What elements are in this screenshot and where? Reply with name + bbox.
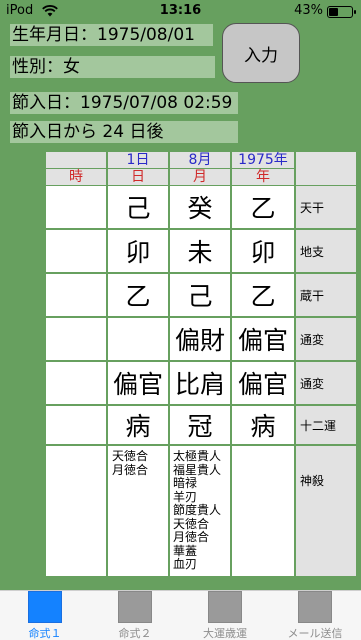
cell-day: 乙 [108, 274, 168, 316]
battery-icon [327, 6, 356, 18]
tab-taiun-saiun[interactable]: 大運歳運 [180, 591, 270, 640]
days-after-field: 節入日から 24 日後 [10, 121, 238, 143]
shinsatsu-item: 天徳合 [173, 516, 210, 531]
cell-month: 未 [170, 230, 230, 272]
tab-meishiki-1[interactable]: 命式１ [0, 591, 90, 640]
row-label: 地支 [296, 230, 356, 272]
tab-label: 命式２ [118, 627, 152, 640]
shinsatsu-item: 血刃 [173, 557, 198, 571]
row-label: 通変 [296, 362, 356, 404]
cell-hour [46, 230, 106, 272]
cell-month: 癸 [170, 186, 230, 228]
shinsatsu-item: 月徳合 [112, 462, 149, 477]
shinsatsu-item: 羊刃 [173, 489, 198, 504]
cell-year: 偏官 [232, 362, 294, 404]
taiun-saiun-icon [208, 591, 242, 623]
gender-field: 性別：女 [10, 56, 215, 78]
cell-year: 乙 [232, 274, 294, 316]
cell-year: 乙 [232, 186, 294, 228]
shinsatsu-item: 福星貴人 [173, 462, 222, 477]
cell-day: 己 [108, 186, 168, 228]
birth-date-field: 生年月日：1975/08/01 [10, 24, 213, 46]
shinsatsu-item: 天徳合 [112, 450, 149, 463]
date-header-day: 1日 [108, 152, 168, 168]
meishiki-1-icon [28, 591, 62, 623]
pillar-header-day: 日 [108, 169, 168, 185]
row-label: 十二運 [296, 406, 356, 444]
cell-day: 偏官 [108, 362, 168, 404]
row-label: 天干 [296, 186, 356, 228]
cell-year: 病 [232, 406, 294, 444]
cell-year: 偏官 [232, 318, 294, 360]
shinsatsu-hour-cell [46, 446, 106, 576]
cell-day: 病 [108, 406, 168, 444]
mail-send-icon [298, 591, 332, 623]
row-label: 蔵干 [296, 274, 356, 316]
tab-label: メール送信 [287, 627, 343, 640]
shinsatsu-item: 太極貴人 [173, 450, 222, 463]
tab-label: 大運歳運 [203, 627, 247, 640]
row-label: 通変 [296, 318, 356, 360]
cell-hour [46, 274, 106, 316]
cell-month: 冠 [170, 406, 230, 444]
cell-hour [46, 406, 106, 444]
meishiki-2-icon [118, 591, 152, 623]
shinsatsu-year-cell [232, 446, 294, 576]
cell-year: 卯 [232, 230, 294, 272]
pillar-header-month: 月 [170, 169, 230, 185]
cell-hour [46, 186, 106, 228]
cell-hour [46, 362, 106, 404]
tab-label: 命式１ [28, 627, 62, 640]
shinsatsu-item: 暗禄 [173, 476, 198, 490]
shinsatsu-item: 月徳合 [173, 530, 210, 544]
shinsatsu-label: 神殺 [296, 446, 356, 576]
cell-month: 比肩 [170, 362, 230, 404]
tab-mail-send[interactable]: メール送信 [270, 591, 360, 640]
tab-bar: 命式１ 命式２ 大運歳運 メール送信 [0, 590, 361, 640]
cell-month: 偏財 [170, 318, 230, 360]
cell-hour [46, 318, 106, 360]
date-header-hour [46, 152, 106, 168]
date-header-month: 8月 [170, 152, 230, 168]
pillar-header-hour: 時 [46, 169, 106, 185]
cell-month: 己 [170, 274, 230, 316]
cell-day [108, 318, 168, 360]
date-header-year: 1975年 [232, 152, 294, 168]
setsuiri-date-field: 節入日：1975/07/08 02:59 [10, 92, 238, 114]
status-bar: iPod 13:16 43% [0, 0, 361, 22]
shinsatsu-item: 節度貴人 [173, 503, 222, 517]
tab-meishiki-2[interactable]: 命式２ [90, 591, 180, 640]
input-button[interactable]: 入力 [222, 23, 300, 83]
cell-day: 卯 [108, 230, 168, 272]
shinsatsu-month-list: 太極貴人 福星貴人 暗禄 羊刃 節度貴人 天徳合 月徳合 華蓋 血刃 [173, 450, 230, 576]
battery-percent: 43% [294, 3, 323, 18]
header-label-blank [296, 152, 356, 185]
shinsatsu-day-list: 天徳合 月徳合 [112, 450, 168, 576]
pillar-header-year: 年 [232, 169, 294, 185]
shinsatsu-item: 華蓋 [173, 543, 198, 558]
